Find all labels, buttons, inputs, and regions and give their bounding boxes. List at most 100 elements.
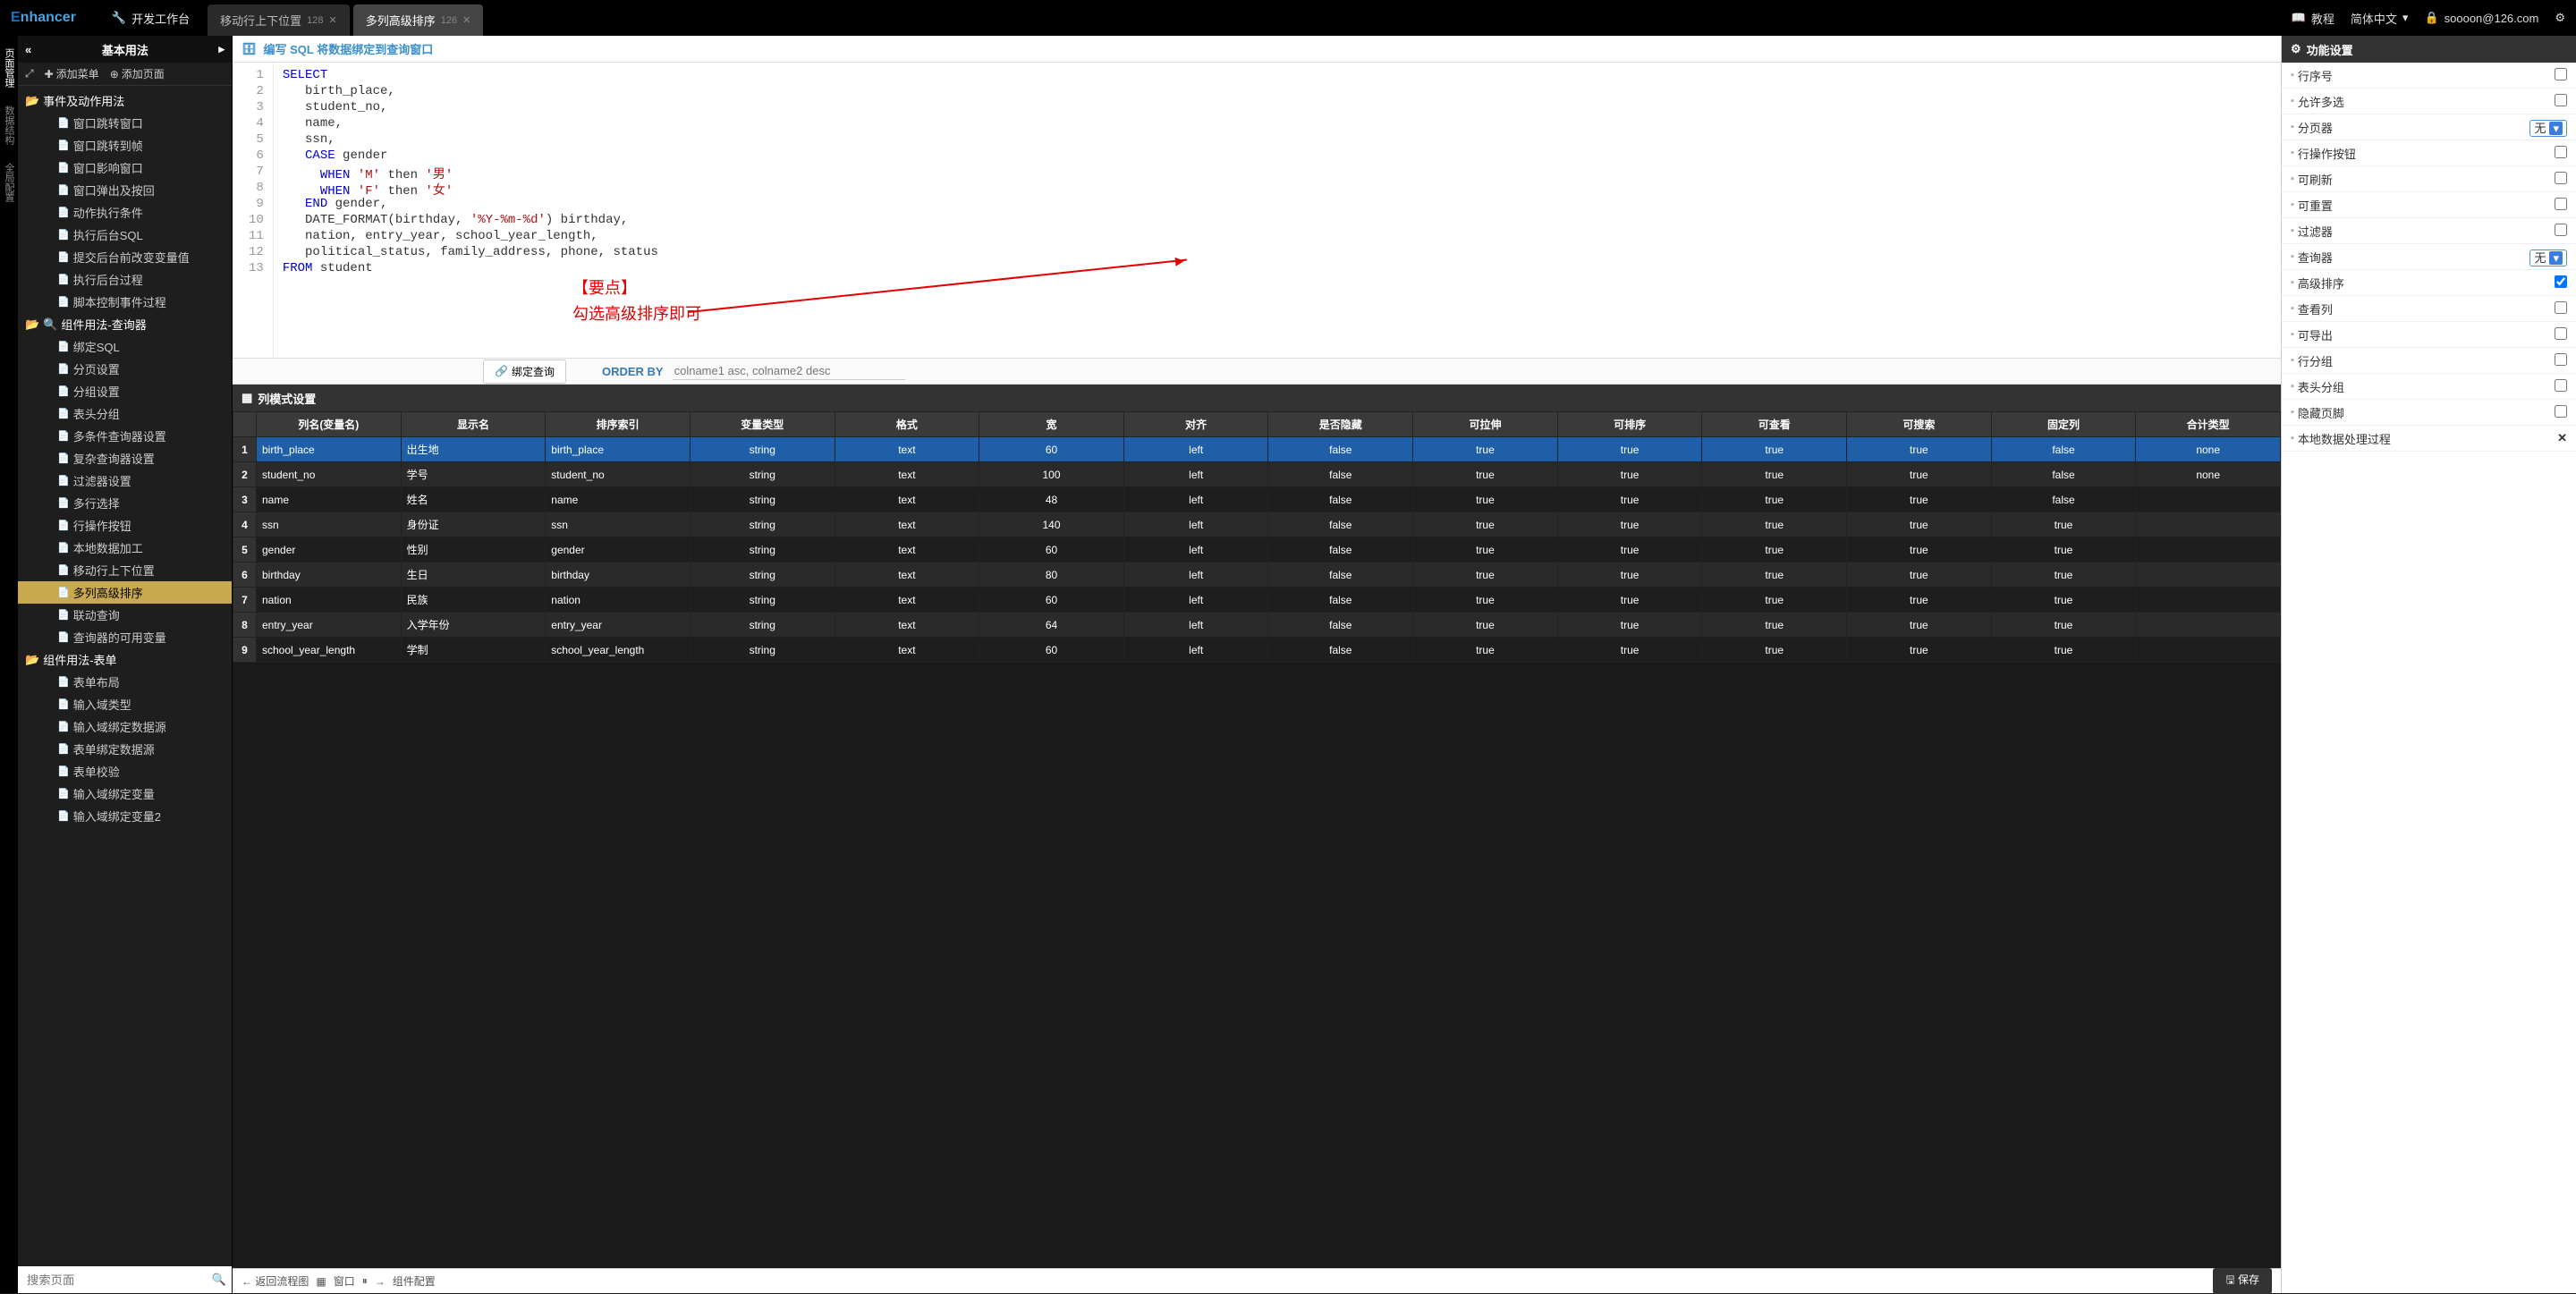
tree-item[interactable]: 📄分页设置	[18, 358, 232, 380]
tree-item[interactable]: 📄多条件查询器设置	[18, 425, 232, 447]
collapse-left-icon[interactable]: «	[25, 43, 31, 56]
crumb-config[interactable]: 组件配置	[393, 1273, 436, 1289]
tree-item[interactable]: 📄输入域类型	[18, 693, 232, 715]
table-row[interactable]: 7nation民族nationstringtext60leftfalsetrue…	[233, 588, 2281, 613]
tree-item[interactable]: 📄多行选择	[18, 492, 232, 514]
tree-item[interactable]: 📄多列高级排序	[18, 581, 232, 604]
tree-item[interactable]: 📄脚本控制事件过程	[18, 291, 232, 313]
user-menu[interactable]: 🔒 soooon@126.com	[2424, 11, 2538, 25]
column-table[interactable]: 列名(变量名)显示名排序索引变量类型格式宽对齐是否隐藏可拉伸可排序可查看可搜索固…	[233, 411, 2281, 663]
add-menu-button[interactable]: ✚ 添加菜单	[45, 66, 99, 81]
column-header[interactable]: 可拉伸	[1413, 412, 1558, 437]
property-checkbox[interactable]	[2555, 275, 2567, 288]
tree-item[interactable]: 📄绑定SQL	[18, 335, 232, 358]
tree-item[interactable]: 📄输入域绑定变量2	[18, 805, 232, 827]
property-checkbox[interactable]	[2555, 301, 2567, 314]
property-checkbox[interactable]	[2555, 405, 2567, 418]
tree-item[interactable]: 📄动作执行条件	[18, 201, 232, 224]
tree-item[interactable]: 📄查询器的可用变量	[18, 626, 232, 648]
table-row[interactable]: 3name姓名namestringtext48leftfalsetruetrue…	[233, 487, 2281, 512]
close-icon[interactable]: ✕	[329, 14, 337, 26]
table-row[interactable]: 2student_no学号student_nostringtext100left…	[233, 462, 2281, 487]
table-row[interactable]: 8entry_year入学年份entry_yearstringtext64lef…	[233, 613, 2281, 638]
order-by-input[interactable]	[673, 362, 905, 380]
tree-item[interactable]: 📄输入域绑定变量	[18, 782, 232, 805]
column-header[interactable]: 格式	[835, 412, 979, 437]
tutorial-link[interactable]: 📖 教程	[2292, 10, 2334, 27]
table-row[interactable]: 6birthday生日birthdaystringtext80leftfalse…	[233, 562, 2281, 588]
tree-item[interactable]: 📄提交后台前改变变量值	[18, 246, 232, 268]
tree-item[interactable]: 📄复杂查询器设置	[18, 447, 232, 469]
table-row[interactable]: 9school_year_length学制school_year_lengths…	[233, 638, 2281, 663]
property-checkbox[interactable]	[2555, 379, 2567, 392]
column-header[interactable]: 显示名	[401, 412, 546, 437]
table-row[interactable]: 1birth_place出生地birth_placestringtext60le…	[233, 437, 2281, 462]
lang-dropdown[interactable]: 简体中文 ▾	[2351, 10, 2409, 27]
tree-item[interactable]: 📄窗口跳转到帧	[18, 134, 232, 156]
workbench-link[interactable]: 🔧 开发工作台	[112, 10, 190, 27]
column-header[interactable]: 合计类型	[2136, 412, 2281, 437]
search-icon[interactable]: 🔍	[212, 1273, 226, 1287]
table-cell: true	[1557, 487, 1702, 512]
back-button[interactable]: ← 返回流程图	[242, 1273, 309, 1289]
tree-item[interactable]: 📄本地数据加工	[18, 537, 232, 559]
tree-item[interactable]: 📄执行后台SQL	[18, 224, 232, 246]
property-checkbox[interactable]	[2555, 198, 2567, 210]
property-select[interactable]: 无▾	[2529, 120, 2567, 137]
tree-group[interactable]: 📂事件及动作用法	[18, 89, 232, 112]
table-row[interactable]: 5gender性别genderstringtext60leftfalsetrue…	[233, 537, 2281, 562]
save-button[interactable]: 🖫 保存	[2213, 1268, 2272, 1294]
column-header[interactable]	[233, 412, 257, 437]
tree-item[interactable]: 📄窗口影响窗口	[18, 156, 232, 179]
column-header[interactable]: 对齐	[1123, 412, 1268, 437]
tree-item[interactable]: 📄执行后台过程	[18, 268, 232, 291]
top-tab[interactable]: 移动行上下位置128✕	[208, 4, 350, 36]
tree-item[interactable]: 📄过滤器设置	[18, 469, 232, 492]
tree-item[interactable]: 📄联动查询	[18, 604, 232, 626]
property-checkbox[interactable]	[2555, 68, 2567, 80]
tree-item[interactable]: 📄移动行上下位置	[18, 559, 232, 581]
tree-item[interactable]: 📄窗口弹出及按回	[18, 179, 232, 201]
tree-item[interactable]: 📄分组设置	[18, 380, 232, 402]
property-select[interactable]: 无▾	[2529, 249, 2567, 266]
close-icon[interactable]: ✕	[462, 14, 470, 26]
clear-button[interactable]: ✕	[2557, 431, 2567, 444]
tree-item[interactable]: 📄表单校验	[18, 760, 232, 782]
vertical-tab[interactable]: 页面管理	[0, 39, 18, 97]
crumb-window[interactable]: 窗口	[334, 1273, 355, 1289]
column-header[interactable]: 变量类型	[690, 412, 835, 437]
column-header[interactable]: 可查看	[1702, 412, 1847, 437]
tree-group[interactable]: 📂🔍组件用法-查询器	[18, 313, 232, 335]
property-checkbox[interactable]	[2555, 327, 2567, 340]
vertical-tab[interactable]: 数据结构	[0, 97, 18, 154]
column-header[interactable]: 可排序	[1557, 412, 1702, 437]
bind-query-button[interactable]: 🔗 绑定查询	[483, 359, 566, 384]
tree-item[interactable]: 📄表头分组	[18, 402, 232, 425]
play-icon[interactable]: ▸	[218, 42, 225, 56]
search-input[interactable]	[23, 1270, 212, 1290]
column-header[interactable]: 是否隐藏	[1268, 412, 1413, 437]
property-checkbox[interactable]	[2555, 94, 2567, 106]
tree-item[interactable]: 📄输入域绑定数据源	[18, 715, 232, 738]
sql-editor[interactable]: 12345678910111213 SELECT birth_place, st…	[233, 63, 2281, 358]
column-header[interactable]: 宽	[979, 412, 1124, 437]
tree-item[interactable]: 📄表单布局	[18, 671, 232, 693]
tree-item[interactable]: 📄窗口跳转窗口	[18, 112, 232, 134]
tree-item[interactable]: 📄表单绑定数据源	[18, 738, 232, 760]
property-checkbox[interactable]	[2555, 353, 2567, 366]
property-checkbox[interactable]	[2555, 172, 2567, 184]
column-header[interactable]: 可搜索	[1847, 412, 1992, 437]
tree-group[interactable]: 📂组件用法-表单	[18, 648, 232, 671]
settings-button[interactable]: ⚙	[2555, 11, 2565, 25]
vertical-tab[interactable]: 全局配置	[0, 154, 18, 211]
expand-icon[interactable]: ⤢	[25, 67, 34, 80]
property-checkbox[interactable]	[2555, 146, 2567, 158]
add-page-button[interactable]: ⊕ 添加页面	[110, 66, 165, 81]
column-header[interactable]: 固定列	[1991, 412, 2136, 437]
column-header[interactable]: 排序索引	[546, 412, 691, 437]
column-header[interactable]: 列名(变量名)	[257, 412, 402, 437]
tree-item[interactable]: 📄行操作按钮	[18, 514, 232, 537]
top-tab[interactable]: 多列高级排序126✕	[353, 4, 484, 36]
table-row[interactable]: 4ssn身份证ssnstringtext140leftfalsetruetrue…	[233, 512, 2281, 537]
property-checkbox[interactable]	[2555, 224, 2567, 236]
